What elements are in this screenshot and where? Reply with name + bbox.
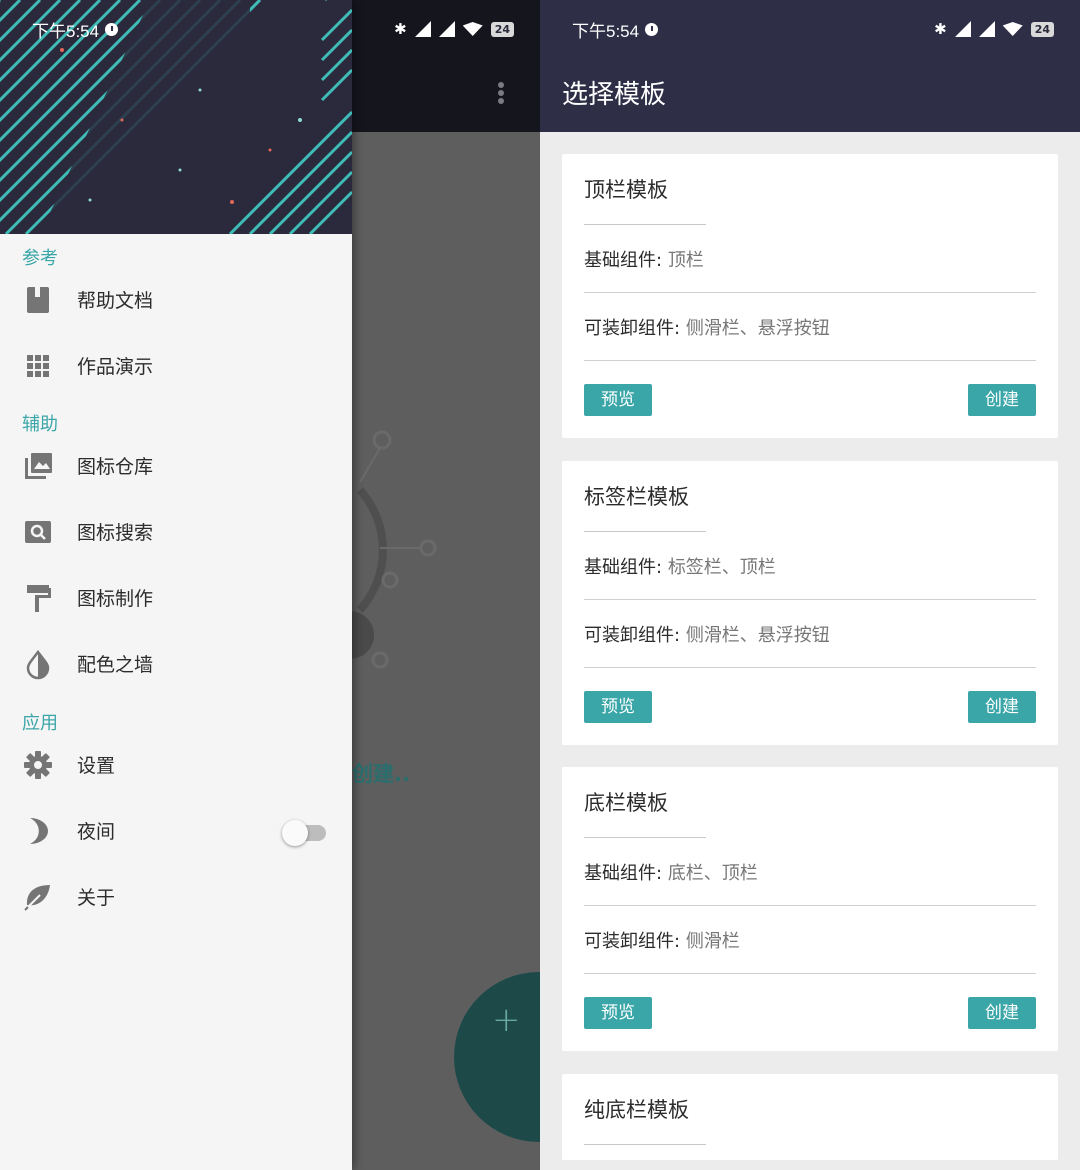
grid-icon [27, 355, 49, 377]
add-fab-button[interactable]: + [454, 972, 540, 1142]
page-title: 选择模板 [562, 80, 667, 110]
template-card: 底栏模板 基础组件: 底栏、顶栏 可装卸组件: 侧滑栏 预览 创建 [562, 767, 1058, 1051]
drawer-section-reference: 参考 [22, 248, 58, 269]
drawer-item-icon-maker[interactable]: 图标制作 [0, 570, 352, 626]
title-divider [584, 531, 706, 532]
battery-icon: 24 [490, 21, 514, 37]
drawer-section-assist: 辅助 [22, 414, 58, 435]
template-name: 纯底栏模板 [584, 1098, 689, 1122]
base-components-row: 基础组件: 标签栏、顶栏 [584, 557, 776, 578]
create-button[interactable]: 创建 [968, 691, 1036, 723]
signal-icon [954, 21, 971, 37]
drawer-item-label: 设置 [77, 755, 116, 777]
drawer-item-label: 帮助文档 [77, 290, 154, 312]
row-divider [584, 905, 1036, 906]
moon-icon [30, 818, 48, 844]
optional-components-row: 可装卸组件: 侧滑栏 [584, 931, 740, 952]
template-name: 顶栏模板 [584, 178, 668, 202]
drawer-item-label: 关于 [77, 887, 116, 909]
paint-roller-icon [27, 585, 51, 612]
battery-icon: 24 [1030, 21, 1054, 37]
drawer-item-icon-search[interactable]: 图标搜索 [0, 504, 352, 560]
bluetooth-icon: ✱ [394, 20, 407, 38]
drawer-item-label: 配色之墙 [77, 654, 154, 676]
drawer-header-image: 下午5:54 [0, 0, 352, 234]
drawer-item-color-wall[interactable]: 配色之墙 [0, 636, 352, 692]
row-divider [584, 292, 1036, 293]
base-components-row: 基础组件: 底栏、顶栏 [584, 863, 758, 884]
overflow-menu-icon[interactable] [490, 78, 512, 108]
drawer-item-label: 图标搜索 [77, 522, 154, 544]
preview-button[interactable]: 预览 [584, 997, 652, 1029]
drawer-item-label: 作品演示 [77, 356, 154, 378]
title-divider [584, 224, 706, 225]
signal-icon [414, 21, 431, 37]
drawer-item-label: 夜间 [77, 821, 116, 843]
status-time-left: 下午5:54 [32, 16, 119, 42]
template-name: 底栏模板 [584, 791, 668, 815]
left-status-icons: ✱ 24 [394, 16, 514, 42]
drawer-item-help-docs[interactable]: 帮助文档 [0, 272, 352, 328]
alarm-icon [645, 22, 659, 36]
bluetooth-icon: ✱ [934, 20, 947, 38]
base-components-row: 基础组件: 顶栏 [584, 250, 704, 271]
contrast-drop-icon [26, 649, 50, 680]
drawer-item-label: 图标制作 [77, 588, 154, 610]
wifi-icon [462, 22, 483, 36]
preview-button[interactable]: 预览 [584, 384, 652, 416]
toggle-thumb [282, 820, 308, 846]
optional-components-row: 可装卸组件: 侧滑栏、悬浮按钮 [584, 318, 830, 339]
optional-components-row: 可装卸组件: 侧滑栏、悬浮按钮 [584, 625, 830, 646]
status-time-right: 下午5:54 [572, 16, 659, 42]
template-card: 顶栏模板 基础组件: 顶栏 可装卸组件: 侧滑栏、悬浮按钮 预览 创建 [562, 154, 1058, 438]
alarm-icon [105, 22, 119, 36]
book-icon [27, 287, 49, 313]
left-screen: ✱ 24 创建.. + 下午5:54 参考 帮助文档 作品演示 辅助 图标仓库 … [0, 0, 540, 1170]
drawer-item-label: 图标仓库 [77, 456, 154, 478]
leaf-icon [24, 885, 50, 911]
row-divider [584, 360, 1036, 361]
drawer-item-settings[interactable]: 设置 [0, 737, 352, 793]
plus-icon: + [492, 1000, 521, 1040]
drawer-item-about[interactable]: 关于 [0, 869, 352, 925]
create-button[interactable]: 创建 [968, 997, 1036, 1029]
right-app-bar: 下午5:54 ✱ 24 选择模板 [540, 0, 1080, 132]
drawer-item-icon-library[interactable]: 图标仓库 [0, 438, 352, 494]
navigation-drawer: 下午5:54 参考 帮助文档 作品演示 辅助 图标仓库 图标搜索 图标制作 配色… [0, 0, 352, 1170]
drawer-section-app: 应用 [22, 713, 58, 734]
row-divider [584, 667, 1036, 668]
title-divider [584, 1144, 706, 1145]
signal-icon-2 [438, 21, 455, 37]
template-card: 纯底栏模板 [562, 1074, 1058, 1160]
content-loading-text: 创建.. [352, 762, 410, 786]
drawer-item-showcase[interactable]: 作品演示 [0, 338, 352, 394]
template-name: 标签栏模板 [584, 485, 689, 509]
signal-icon-2 [978, 21, 995, 37]
right-screen: 下午5:54 ✱ 24 选择模板 顶栏模板 基础组件: 顶栏 可装卸组件: 侧滑… [540, 0, 1080, 1170]
template-card: 标签栏模板 基础组件: 标签栏、顶栏 可装卸组件: 侧滑栏、悬浮按钮 预览 创建 [562, 461, 1058, 745]
preview-button[interactable]: 预览 [584, 691, 652, 723]
gear-icon [24, 751, 52, 779]
wifi-icon [1002, 22, 1023, 36]
title-divider [584, 837, 706, 838]
row-divider [584, 973, 1036, 974]
night-mode-toggle[interactable] [282, 820, 326, 846]
photo-library-icon [25, 453, 52, 479]
image-search-icon [25, 521, 51, 543]
right-status-icons: ✱ 24 [934, 16, 1054, 42]
create-button[interactable]: 创建 [968, 384, 1036, 416]
row-divider [584, 599, 1036, 600]
